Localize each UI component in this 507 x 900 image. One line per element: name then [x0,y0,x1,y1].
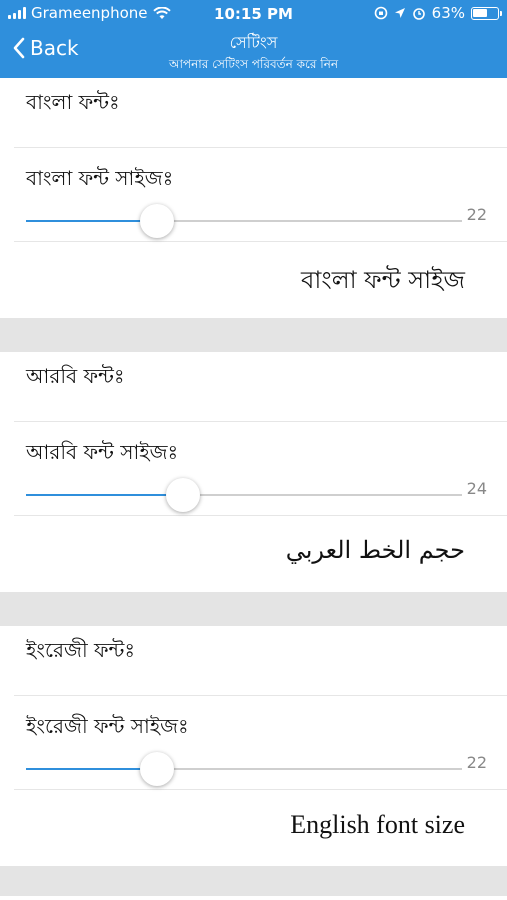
arabic-font-label: আরবি ফন্টঃ [26,364,125,388]
section-separator [0,318,507,352]
section-separator [0,866,507,896]
bangla-font-preview: বাংলা ফন্ট সাইজ [301,266,465,294]
bangla-font-label: বাংলা ফন্টঃ [26,90,120,114]
status-right: 63% [374,4,502,22]
page-title: সেটিংস [229,33,278,52]
page-subtitle: আপনার সেটিংস পরিবর্তন করে নিন [168,57,339,71]
slider-thumb[interactable] [139,204,174,238]
english-font-label: ইংরেজী ফন্টঃ [26,638,136,662]
location-arrow-icon [394,8,405,18]
rotation-lock-icon [374,6,387,20]
slider-track [26,220,462,222]
arabic-font-size-label: আরবি ফন্ট সাইজঃ [26,440,179,464]
arabic-font-selector[interactable]: আরবি ফন্টঃ [14,352,507,422]
slider-fill [26,494,183,496]
bangla-font-preview-row: বাংলা ফন্ট সাইজ [14,242,507,318]
arabic-font-preview: حجم الخط العربي [285,536,465,564]
arabic-font-size-row: আরবি ফন্ট সাইজঃ [14,422,507,516]
english-font-size-label: ইংরেজী ফন্ট সাইজঃ [26,714,189,738]
slider-thumb[interactable] [139,752,174,786]
english-font-size-value: 22 [466,753,487,772]
english-font-preview: English font size [290,810,465,839]
arabic-font-preview-row: حجم الخط العربي [14,516,507,592]
alarm-icon [412,8,425,20]
slider-track [26,768,462,770]
arabic-font-size-value: 24 [466,479,487,498]
settings-list: বাংলা ফন্টঃ বাংলা ফন্ট সাইজঃ 22 বাংলা ফন… [0,78,507,896]
english-font-section: ইংরেজী ফন্টঃ ইংরেজী ফন্ট সাইজঃ 22 Englis… [0,626,507,866]
bangla-font-size-value: 22 [466,205,487,224]
english-font-size-slider[interactable] [26,752,462,786]
english-font-selector[interactable]: ইংরেজী ফন্টঃ [14,626,507,696]
slider-fill [26,768,157,770]
battery-icon [471,6,502,20]
slider-thumb[interactable] [165,478,200,512]
status-bar: Grameenphone 10:15 PM 63% [0,0,507,28]
battery-percent: 63% [431,4,465,22]
arabic-font-section: আরবি ফন্টঃ আরবি ফন্ট সাইজঃ 24 حجم الخط ا… [0,352,507,592]
bangla-font-selector[interactable]: বাংলা ফন্টঃ [14,78,507,148]
bangla-font-section: বাংলা ফন্টঃ বাংলা ফন্ট সাইজঃ 22 বাংলা ফন… [0,78,507,318]
bangla-font-size-row: বাংলা ফন্ট সাইজঃ [14,148,507,242]
bangla-font-size-slider[interactable] [26,204,462,238]
english-font-preview-row: English font size [14,790,507,866]
english-font-size-row: ইংরেজী ফন্ট সাইজঃ [14,696,507,790]
navigation-bar: Grameenphone 10:15 PM 63% Back সেটিংস আপ… [0,0,507,78]
arabic-font-size-slider[interactable] [26,478,462,512]
bangla-font-size-label: বাংলা ফন্ট সাইজঃ [26,166,174,190]
slider-track [26,494,462,496]
slider-fill [26,220,157,222]
section-separator [0,592,507,626]
